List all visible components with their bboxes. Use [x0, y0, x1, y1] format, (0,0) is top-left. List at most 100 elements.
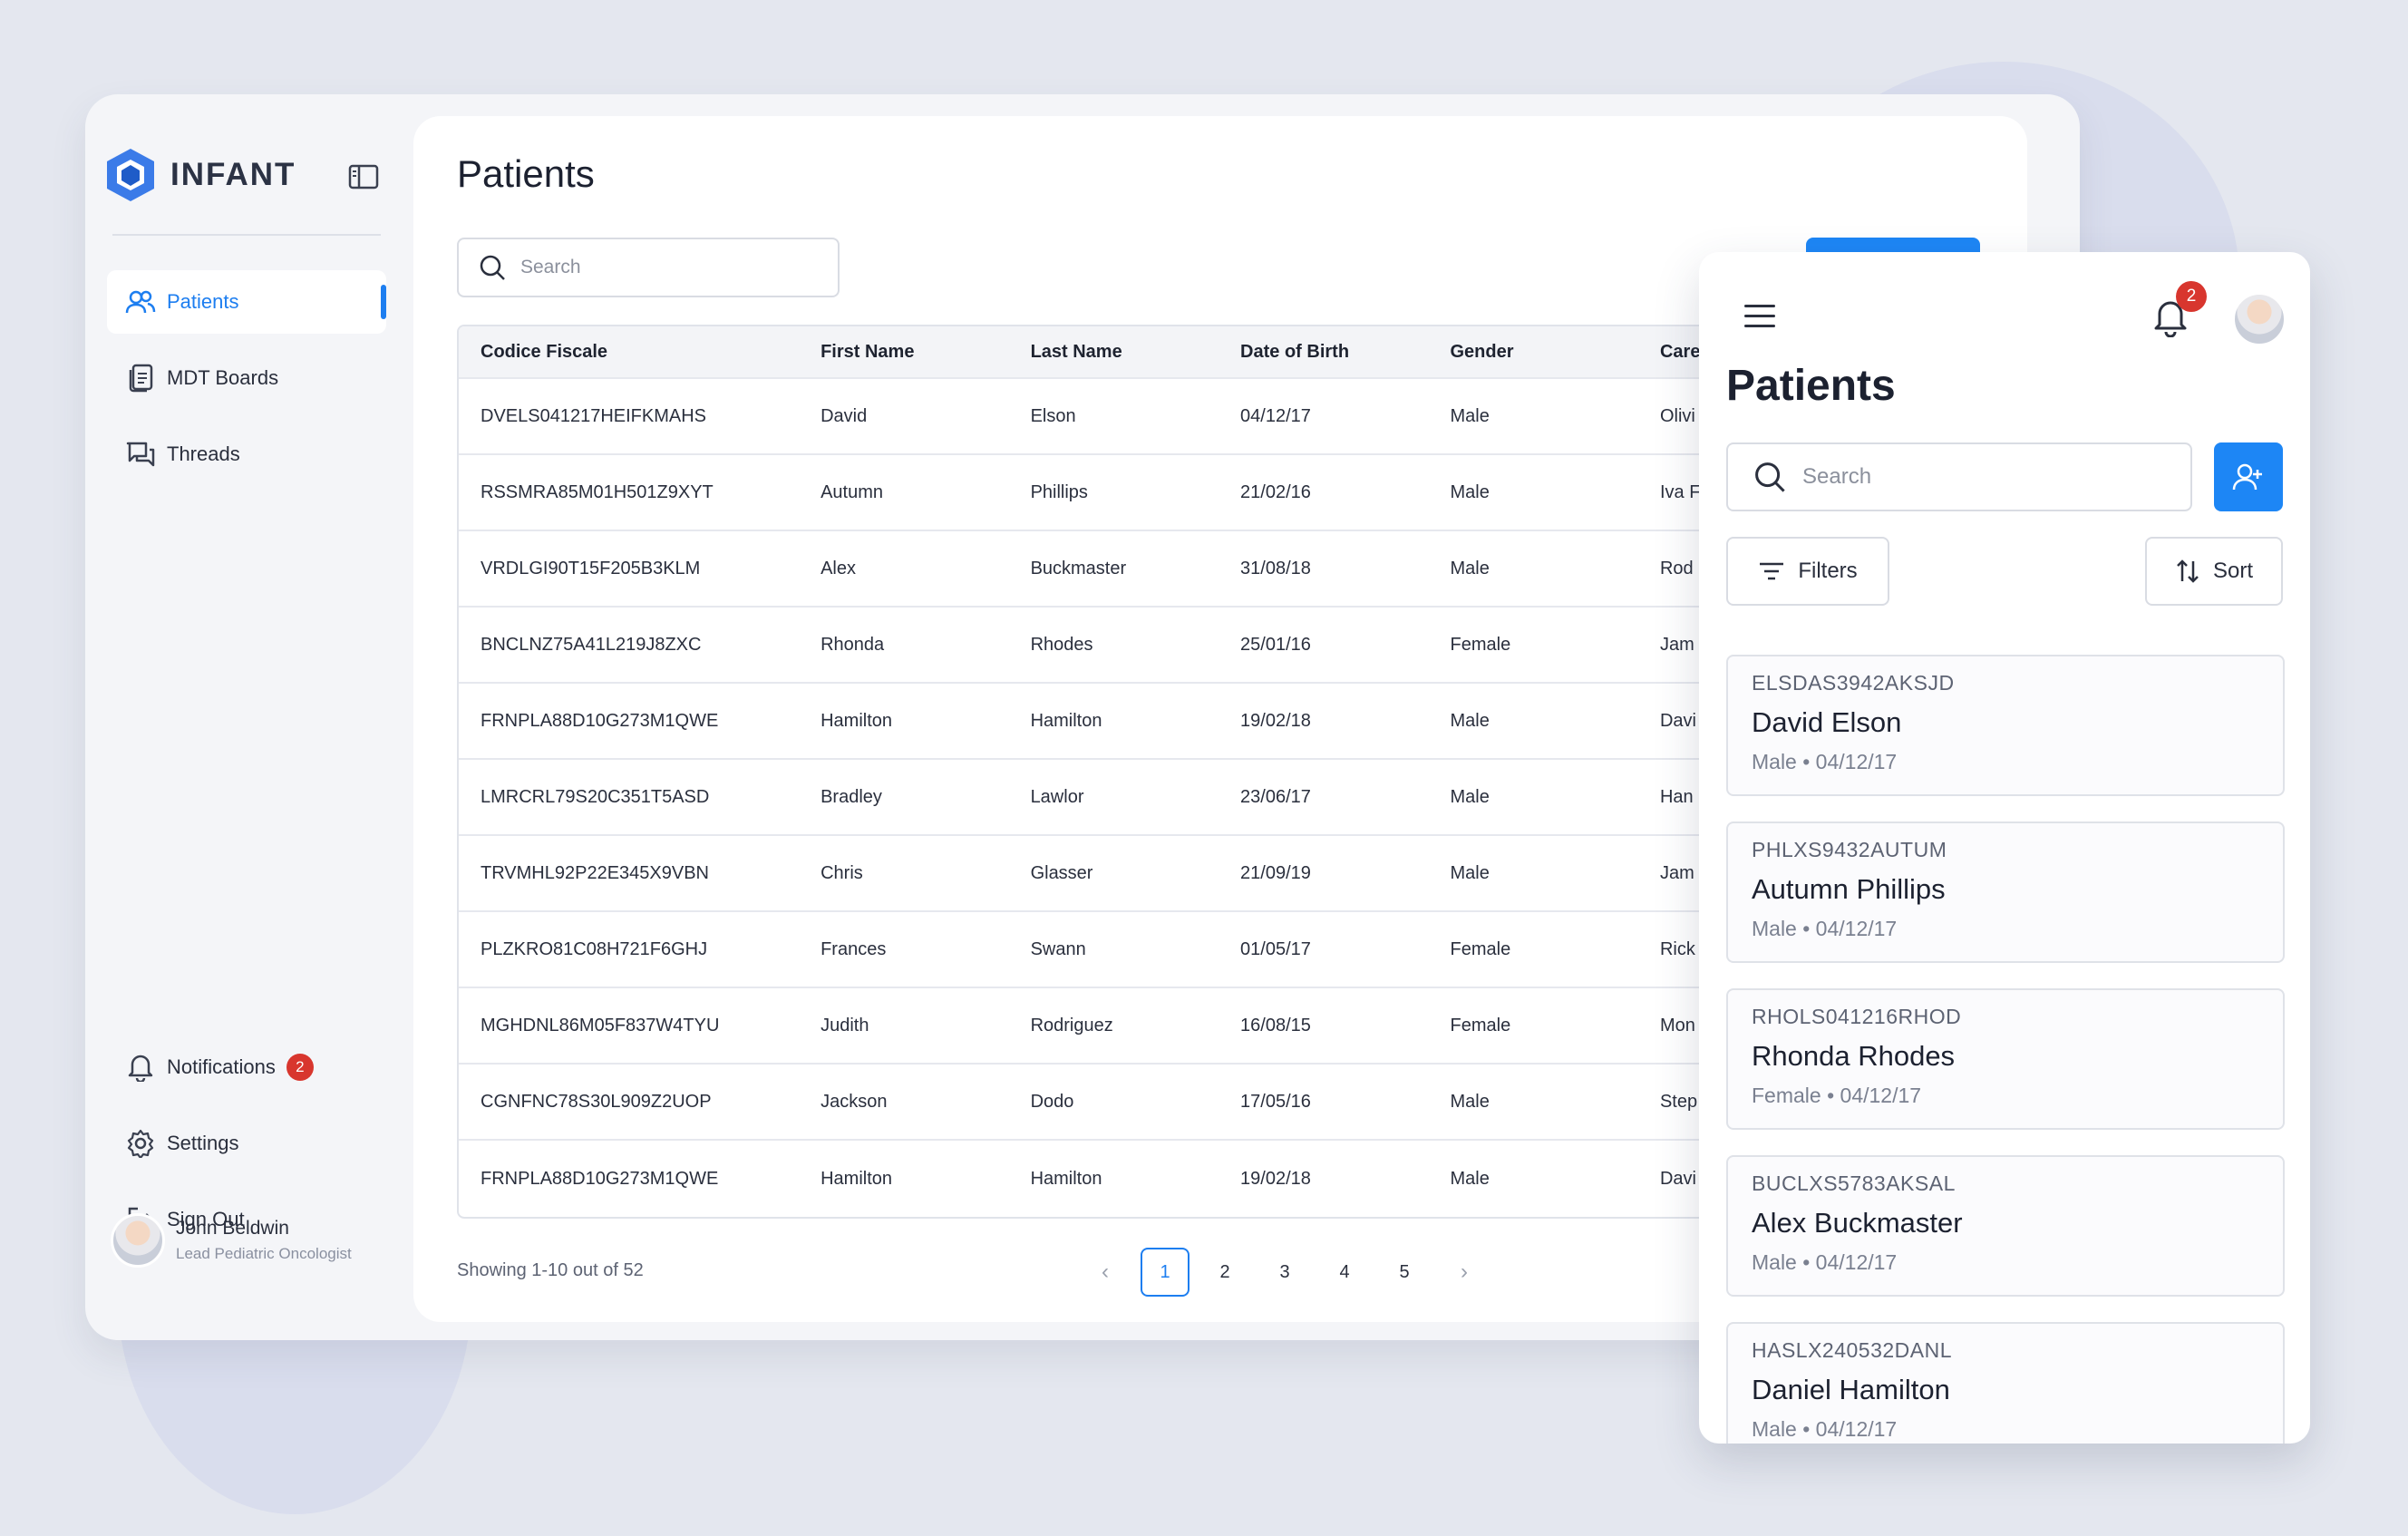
page-button[interactable]: 2 [1200, 1248, 1249, 1297]
table-cell: Hamilton [820, 710, 893, 731]
chevron-right-icon[interactable]: › [1440, 1248, 1489, 1297]
sidebar-item-settings[interactable]: Settings [107, 1112, 386, 1175]
column-header[interactable]: First Name [799, 342, 1008, 363]
sidebar-item-threads[interactable]: Threads [107, 423, 386, 486]
patient-card[interactable]: RHOLS041216RHOD Rhonda Rhodes Female • 04/… [1726, 988, 2285, 1130]
mobile-view: 2 Patients Filters Sort ELSDAS3942AKSJD D… [1699, 252, 2310, 1444]
table-cell: Glasser [1030, 862, 1093, 883]
sidebar-item-label: Patients [167, 290, 239, 313]
sidebar: INFANT Patients MDT Boards Threads Notif… [85, 94, 412, 1340]
table-cell: Hamilton [1030, 1168, 1102, 1189]
filters-button[interactable]: Filters [1726, 537, 1889, 606]
search-input[interactable] [520, 257, 811, 278]
patient-meta: Male • 04/12/17 [1752, 1417, 1898, 1441]
search-input[interactable] [1802, 464, 2165, 490]
patient-code: BUCLXS5783AKSAL [1752, 1171, 1956, 1195]
bell-icon [125, 1052, 156, 1083]
page-title: Patients [1726, 362, 1896, 410]
page-button[interactable]: 5 [1380, 1248, 1429, 1297]
patient-card[interactable]: PHLXS9432AUTUM Autumn Phillips Male • 04/1… [1726, 821, 2285, 963]
table-cell: Rhonda [820, 634, 885, 655]
pagination-summary: Showing 1-10 out of 52 [457, 1260, 644, 1280]
patient-code: RHOLS041216RHOD [1752, 1005, 1962, 1028]
table-cell: 21/09/19 [1240, 862, 1311, 883]
table-cell: TRVMHL92P22E345X9VBN [481, 862, 709, 883]
sidebar-item-label: Settings [167, 1132, 239, 1154]
table-cell: Male [1450, 405, 1490, 426]
table-cell: Female [1450, 938, 1511, 959]
add-user-button[interactable] [2214, 442, 2283, 511]
patient-card[interactable]: ELSDAS3942AKSJD David Elson Male • 04/12/1… [1726, 655, 2285, 796]
table-cell: LMRCRL79S20C351T5ASD [481, 786, 710, 807]
page-button[interactable]: 1 [1141, 1248, 1189, 1297]
table-cell: Male [1450, 558, 1490, 578]
table-cell: Male [1450, 862, 1490, 883]
logo-icon [107, 149, 154, 201]
patient-meta: Female • 04/12/17 [1752, 1084, 1922, 1107]
sidebar-item-label: Threads [167, 442, 240, 465]
table-cell: Jackson [820, 1091, 888, 1112]
table-cell: 01/05/17 [1240, 938, 1311, 959]
page-button[interactable]: 3 [1260, 1248, 1309, 1297]
sidebar-item-patients[interactable]: Patients [107, 270, 386, 334]
table-cell: 16/08/15 [1240, 1015, 1311, 1035]
chevron-left-icon[interactable]: ‹ [1081, 1248, 1130, 1297]
table-cell: CGNFNC78S30L909Z2UOP [481, 1091, 712, 1112]
search-icon [480, 255, 505, 280]
notification-badge: 2 [2176, 281, 2207, 312]
table-cell: MGHDNL86M05F837W4TYU [481, 1015, 720, 1035]
sort-button[interactable]: Sort [2145, 537, 2283, 606]
patient-name: Rhonda Rhodes [1752, 1040, 1956, 1072]
table-cell: 19/02/18 [1240, 710, 1311, 731]
table-cell: Alex [820, 558, 856, 578]
sidebar-item-label: MDT Boards [167, 366, 279, 389]
table-cell: 21/02/16 [1240, 481, 1311, 502]
add-user-icon [2232, 463, 2262, 491]
search-field[interactable] [1726, 442, 2192, 511]
sidebar-item-notifications[interactable]: Notifications 2 [107, 1035, 386, 1099]
document-icon [125, 363, 156, 394]
table-cell: Lawlor [1030, 786, 1084, 807]
patient-name: Daniel Hamilton [1752, 1374, 1950, 1405]
avatar [111, 1213, 165, 1268]
table-cell: Male [1450, 1091, 1490, 1112]
table-cell: Buckmaster [1030, 558, 1127, 578]
page-title: Patients [457, 152, 595, 195]
patient-card[interactable]: BUCLXS5783AKSAL Alex Buckmaster Male • 04/… [1726, 1155, 2285, 1297]
patient-card[interactable]: HASLX240532DANL Daniel Hamilton Male • 04/… [1726, 1322, 2285, 1444]
user-profile[interactable]: John Beldwin Lead Pediatric Oncologist [111, 1213, 352, 1268]
table-cell: Rhodes [1030, 634, 1093, 655]
sidebar-toggle-icon[interactable] [348, 163, 379, 190]
filter-icon [1760, 562, 1784, 580]
page-button[interactable]: 4 [1320, 1248, 1369, 1297]
table-cell: Male [1450, 1168, 1490, 1189]
table-cell: 04/12/17 [1240, 405, 1311, 426]
table-cell: 19/02/18 [1240, 1168, 1311, 1189]
table-cell: Frances [820, 938, 887, 959]
table-cell: David [820, 405, 868, 426]
column-header[interactable]: Gender [1429, 342, 1638, 363]
table-cell: RSSMRA85M01H501Z9XYT [481, 481, 714, 502]
pagination: ‹ 1 2 3 4 5 › [1081, 1248, 1500, 1297]
menu-icon[interactable] [1744, 305, 1775, 328]
app-name: INFANT [170, 157, 296, 192]
search-icon [1755, 462, 1785, 492]
table-cell: Dodo [1030, 1091, 1074, 1112]
table-cell: Elson [1030, 405, 1076, 426]
table-cell: DVELS041217HEIFKMAHS [481, 405, 707, 426]
column-header[interactable]: Last Name [1009, 342, 1219, 363]
sidebar-item-label: Notifications [167, 1055, 276, 1078]
table-cell: Male [1450, 481, 1490, 502]
search-field[interactable] [457, 238, 840, 297]
chat-icon [125, 439, 156, 470]
column-header[interactable]: Codice Fiscale [459, 342, 799, 363]
table-cell: Female [1450, 1015, 1511, 1035]
table-cell: 25/01/16 [1240, 634, 1311, 655]
table-cell: FRNPLA88D10G273M1QWE [481, 1168, 719, 1189]
sort-icon [2177, 559, 2199, 583]
sidebar-item-mdt-boards[interactable]: MDT Boards [107, 346, 386, 410]
avatar[interactable] [2232, 292, 2287, 346]
gear-icon [125, 1128, 156, 1159]
column-header[interactable]: Date of Birth [1219, 342, 1428, 363]
table-cell: Chris [820, 862, 863, 883]
